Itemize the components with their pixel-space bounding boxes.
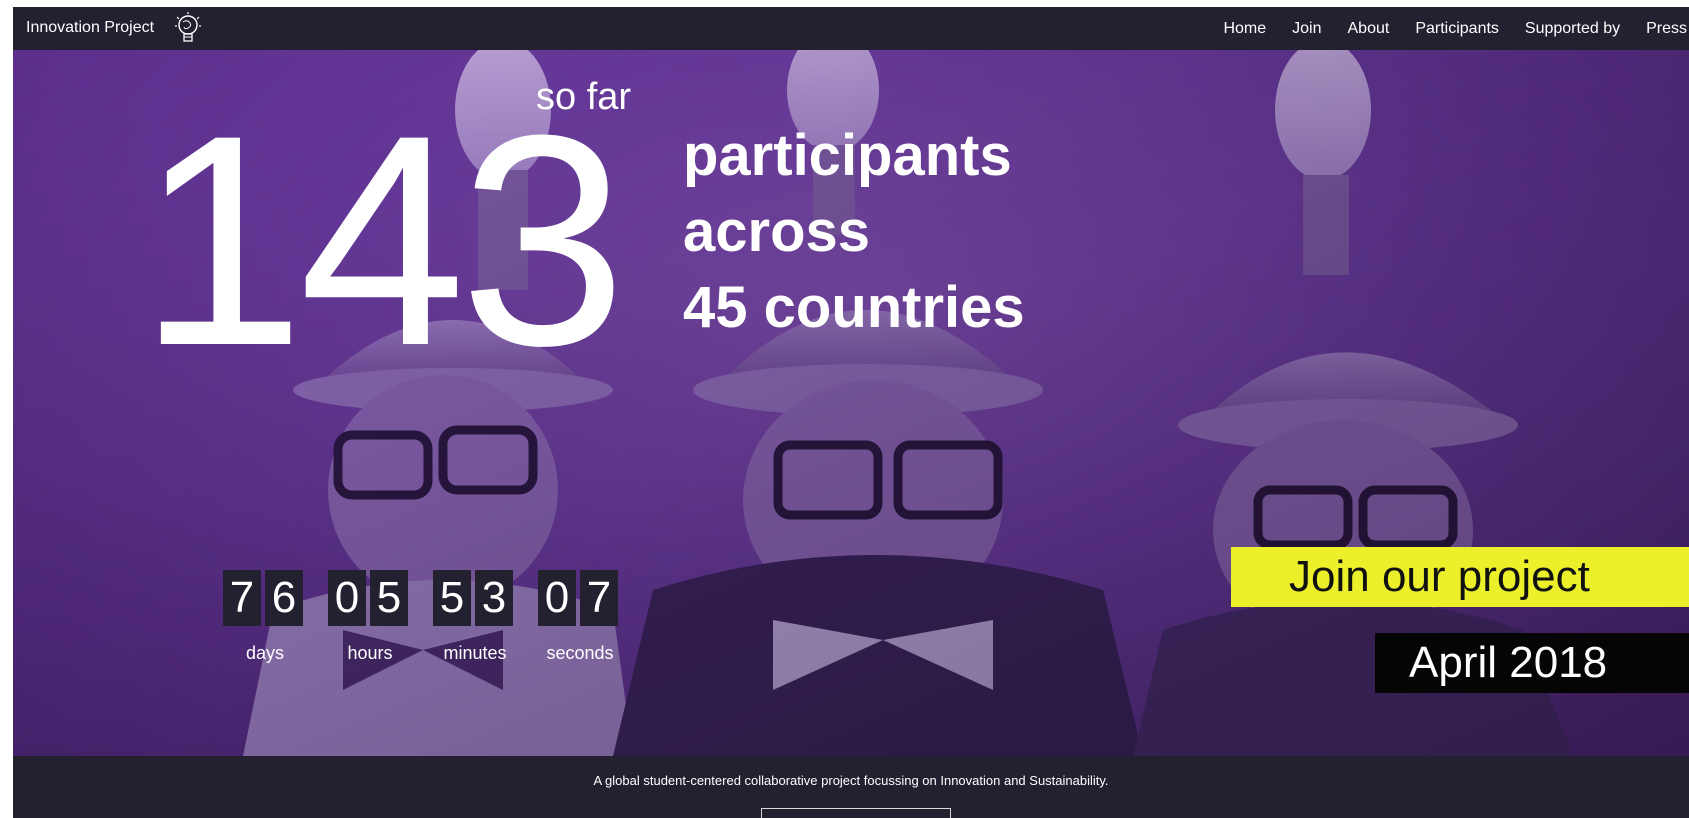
headline-line-3: 45 countries (683, 275, 1025, 340)
countdown-days: 7 6 days (223, 570, 303, 663)
countdown-digit: 3 (475, 570, 513, 626)
nav-link-home[interactable]: Home (1223, 20, 1266, 38)
launch-date: April 2018 (1375, 633, 1689, 693)
so-far-label: so far (536, 76, 632, 118)
footer-button[interactable] (761, 808, 951, 818)
tagline: A global student-centered collaborative … (593, 773, 1109, 788)
participant-count: 143 (138, 72, 627, 408)
countdown-seconds: 0 7 seconds (538, 570, 618, 663)
countdown-label: hours (347, 643, 393, 663)
page-frame: Innovation Project Home Join About Parti… (13, 7, 1689, 818)
nav-link-about[interactable]: About (1348, 20, 1390, 38)
participants-headline: participants across 45 countries (683, 118, 1025, 346)
hero-section: 143 so far participants across 45 countr… (13, 50, 1689, 756)
headline-line-1: participants (683, 123, 1012, 188)
nav-link-join[interactable]: Join (1292, 20, 1321, 38)
headline-line-2: across (683, 199, 871, 264)
nav-link-press[interactable]: Press (1646, 20, 1687, 38)
countdown-digit: 6 (265, 570, 303, 626)
countdown-digit: 0 (328, 570, 366, 626)
countdown-digit: 5 (433, 570, 471, 626)
nav-link-supported-by[interactable]: Supported by (1525, 20, 1620, 38)
join-project-button[interactable]: Join our project (1231, 547, 1689, 607)
countdown-digit: 7 (223, 570, 261, 626)
countdown-label: days (245, 643, 285, 663)
countdown-hours: 0 5 hours (328, 570, 408, 663)
countdown-label: seconds (546, 643, 614, 663)
countdown-minutes: 5 3 minutes (433, 570, 513, 663)
footer: A global student-centered collaborative … (13, 756, 1689, 818)
countdown-digit: 7 (580, 570, 618, 626)
lightbulb-globe-icon[interactable] (173, 11, 203, 47)
nav-link-participants[interactable]: Participants (1415, 20, 1499, 38)
countdown-digit: 0 (538, 570, 576, 626)
nav-links: Home Join About Participants Supported b… (1197, 7, 1689, 50)
countdown-label: minutes (443, 643, 507, 663)
brand-name[interactable]: Innovation Project (26, 19, 154, 37)
countdown-digit: 5 (370, 570, 408, 626)
navbar: Innovation Project Home Join About Parti… (13, 7, 1689, 50)
